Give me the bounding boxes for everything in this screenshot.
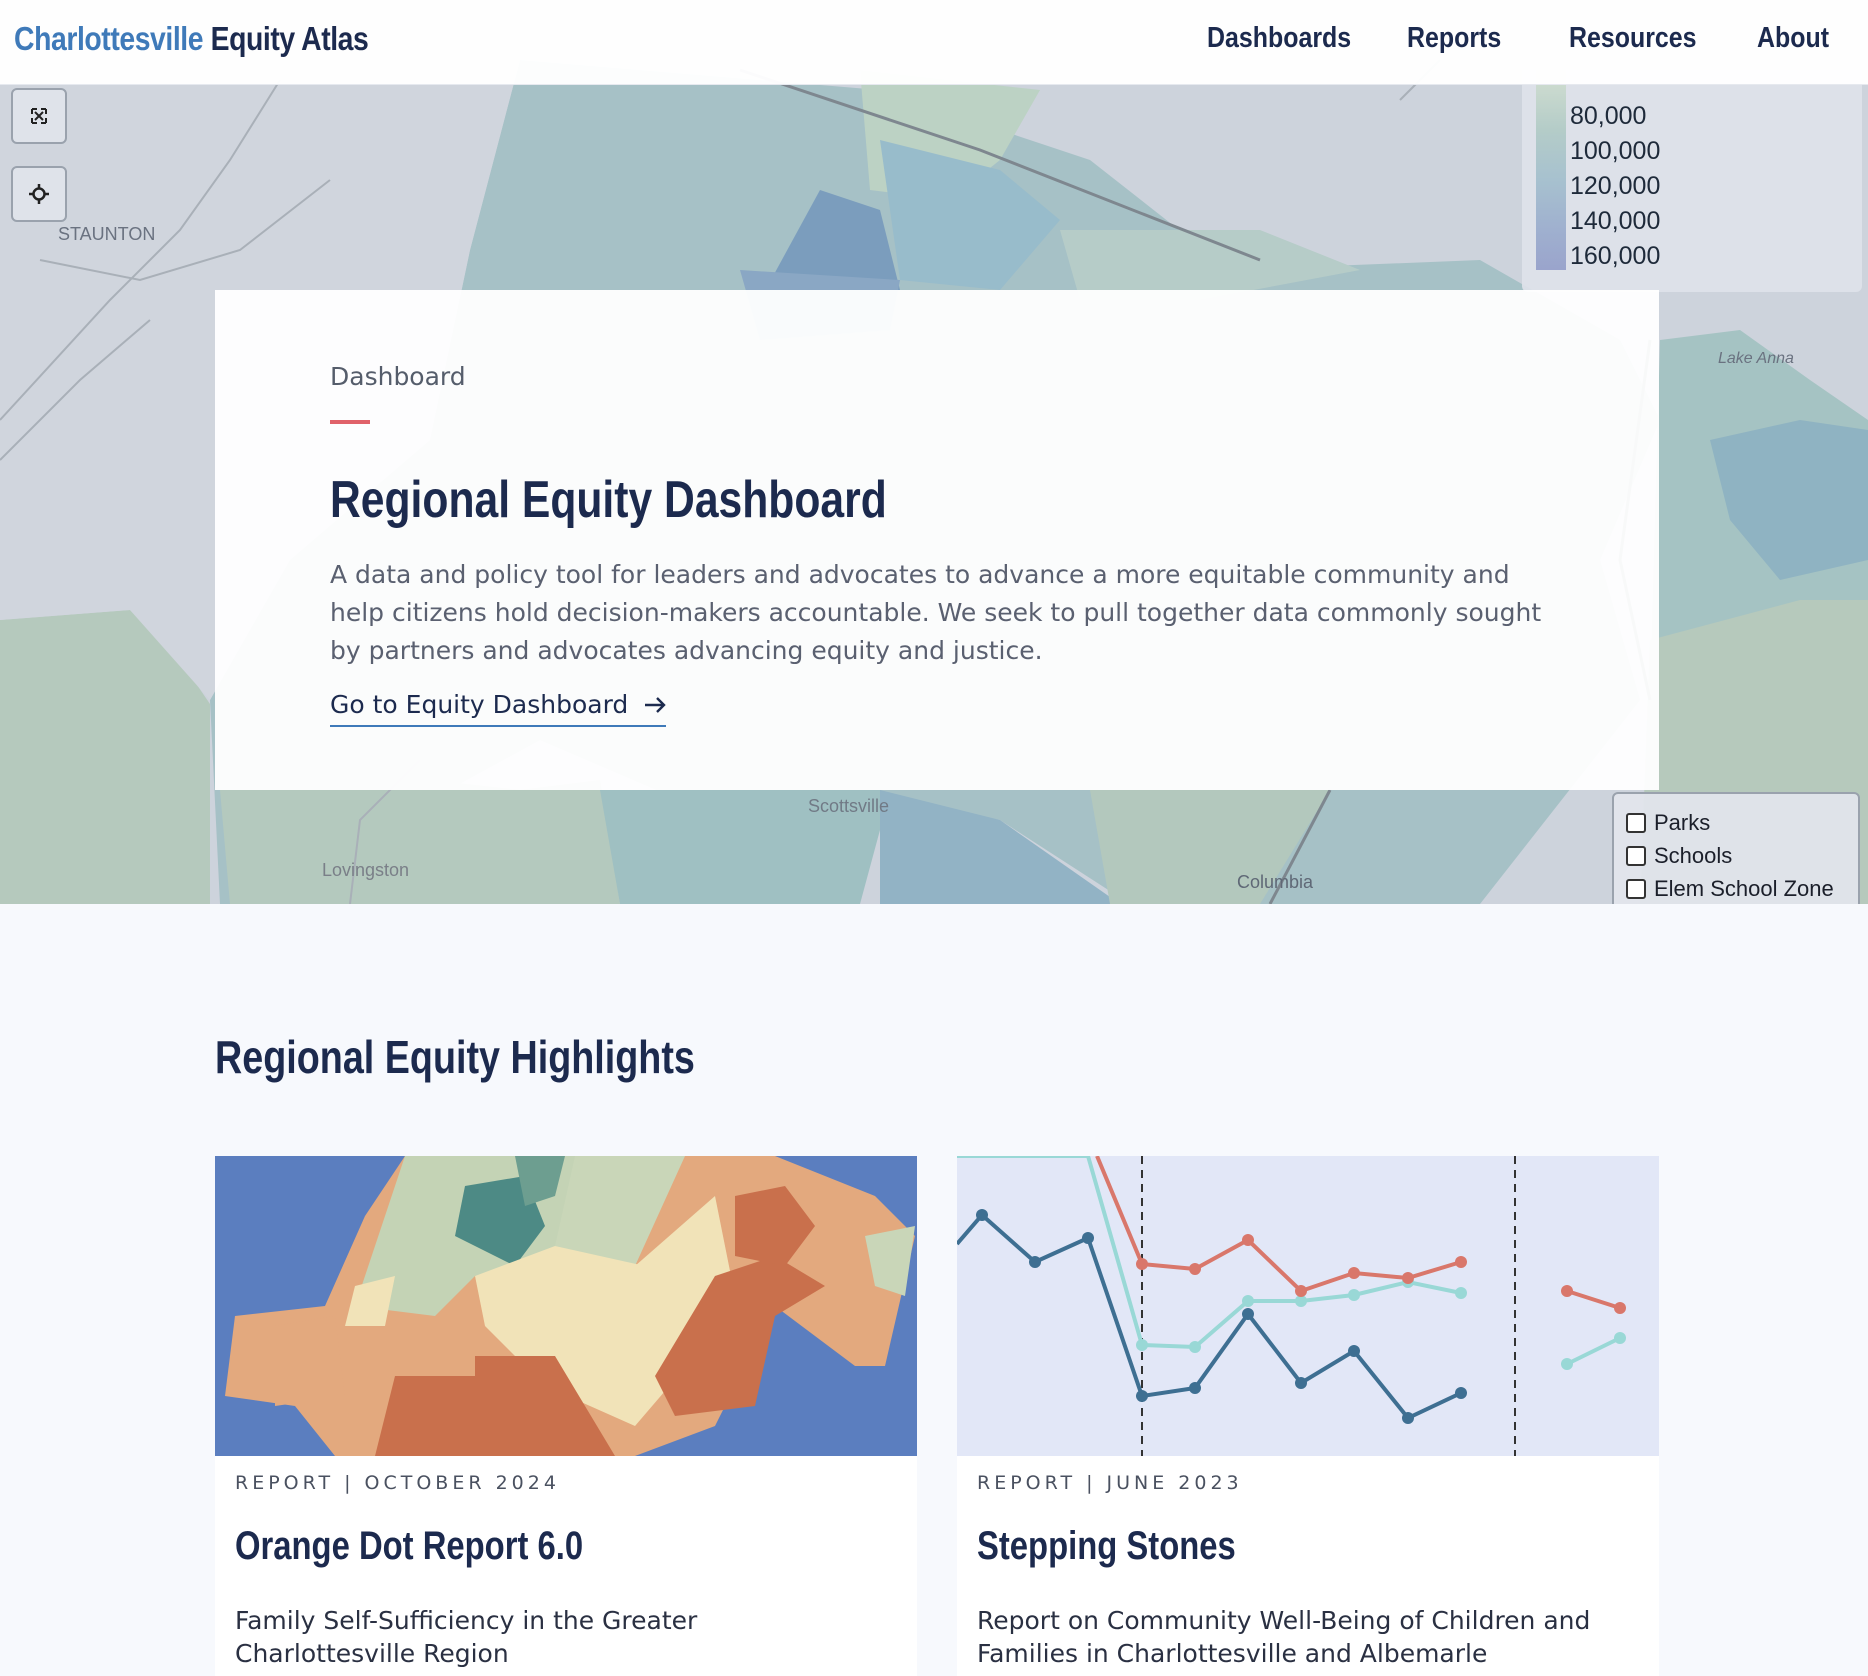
layer-toggle-panel: Parks Schools Elem School Zone [1612, 792, 1860, 904]
hero-eyebrow: Dashboard [330, 362, 466, 391]
layer-toggle-elem-school-zone[interactable]: Elem School Zone [1626, 876, 1834, 902]
hero-card: Dashboard Regional Equity Dashboard A da… [215, 290, 1659, 790]
go-to-dashboard-label: Go to Equity Dashboard [330, 690, 629, 719]
logo-text-atlas: Equity Atlas [210, 20, 369, 57]
legend-color-ramp [1536, 70, 1566, 270]
card-title[interactable]: Stepping Stones [977, 1524, 1236, 1569]
crosshair-icon [29, 184, 49, 204]
place-label-lovingston: Lovingston [322, 860, 410, 880]
stepping-stones-chart-image [957, 1156, 1659, 1456]
highlight-card-stepping-stones[interactable]: REPORT | JUNE 2023 Stepping Stones Repor… [957, 1156, 1659, 1676]
go-to-dashboard-link[interactable]: Go to Equity Dashboard [330, 690, 667, 727]
nav-reports[interactable]: Reports [1407, 22, 1501, 55]
orange-dot-thumbnail[interactable] [215, 1156, 917, 1456]
site-logo[interactable]: Charlottesville Equity Atlas [14, 20, 369, 58]
hero-title: Regional Equity Dashboard [330, 471, 887, 529]
place-label-scottsville: Scottsville [808, 796, 890, 816]
site-header: Charlottesville Equity Atlas Dashboards … [0, 0, 1868, 85]
checkbox-schools[interactable] [1626, 846, 1646, 866]
logo-text-city: Charlottesville [14, 20, 204, 57]
layer-toggle-schools[interactable]: Schools [1626, 843, 1732, 869]
legend-tick: 100,000 [1570, 137, 1661, 165]
layer-label-schools: Schools [1654, 843, 1733, 868]
legend-tick: 140,000 [1570, 207, 1661, 235]
highlights-title: Regional Equity Highlights [215, 1031, 695, 1083]
legend-tick: 120,000 [1570, 172, 1661, 200]
card-title[interactable]: Orange Dot Report 6.0 [235, 1524, 583, 1569]
card-description: Report on Community Well-Being of Childr… [977, 1606, 1591, 1668]
card-meta: REPORT | JUNE 2023 [977, 1472, 1243, 1494]
hero-accent-rule [330, 420, 370, 424]
layer-label-elem-school-zone: Elem School Zone [1654, 876, 1834, 901]
checkbox-parks[interactable] [1626, 813, 1646, 833]
arrow-right-icon [644, 690, 666, 719]
fullscreen-icon [31, 108, 47, 124]
card-description: Family Self-Sufficiency in the Greater C… [235, 1606, 698, 1668]
legend-tick: 80,000 [1570, 102, 1647, 130]
card-meta: REPORT | OCTOBER 2024 [235, 1472, 560, 1494]
locate-button[interactable] [11, 166, 67, 222]
stepping-stones-thumbnail[interactable] [957, 1156, 1659, 1456]
layer-label-parks: Parks [1654, 810, 1711, 835]
place-label-staunton: STAUNTON [58, 224, 156, 244]
nav-resources[interactable]: Resources [1569, 22, 1697, 55]
map-legend: 80,000 100,000 120,000 140,000 160,000 [1522, 70, 1862, 292]
place-label-lake-anna: Lake Anna [1718, 350, 1794, 367]
orange-dot-map-image [215, 1156, 917, 1456]
hero-description: A data and policy tool for leaders and a… [330, 560, 1542, 665]
checkbox-elem-school-zone[interactable] [1626, 879, 1646, 899]
fullscreen-button[interactable] [11, 88, 67, 144]
highlight-card-orange-dot[interactable]: REPORT | OCTOBER 2024 Orange Dot Report … [215, 1156, 917, 1676]
legend-tick: 160,000 [1570, 242, 1661, 270]
layer-toggle-parks[interactable]: Parks [1626, 810, 1710, 836]
place-label-columbia: Columbia [1237, 872, 1314, 892]
nav-about[interactable]: About [1757, 22, 1829, 55]
nav-dashboards[interactable]: Dashboards [1207, 22, 1351, 55]
